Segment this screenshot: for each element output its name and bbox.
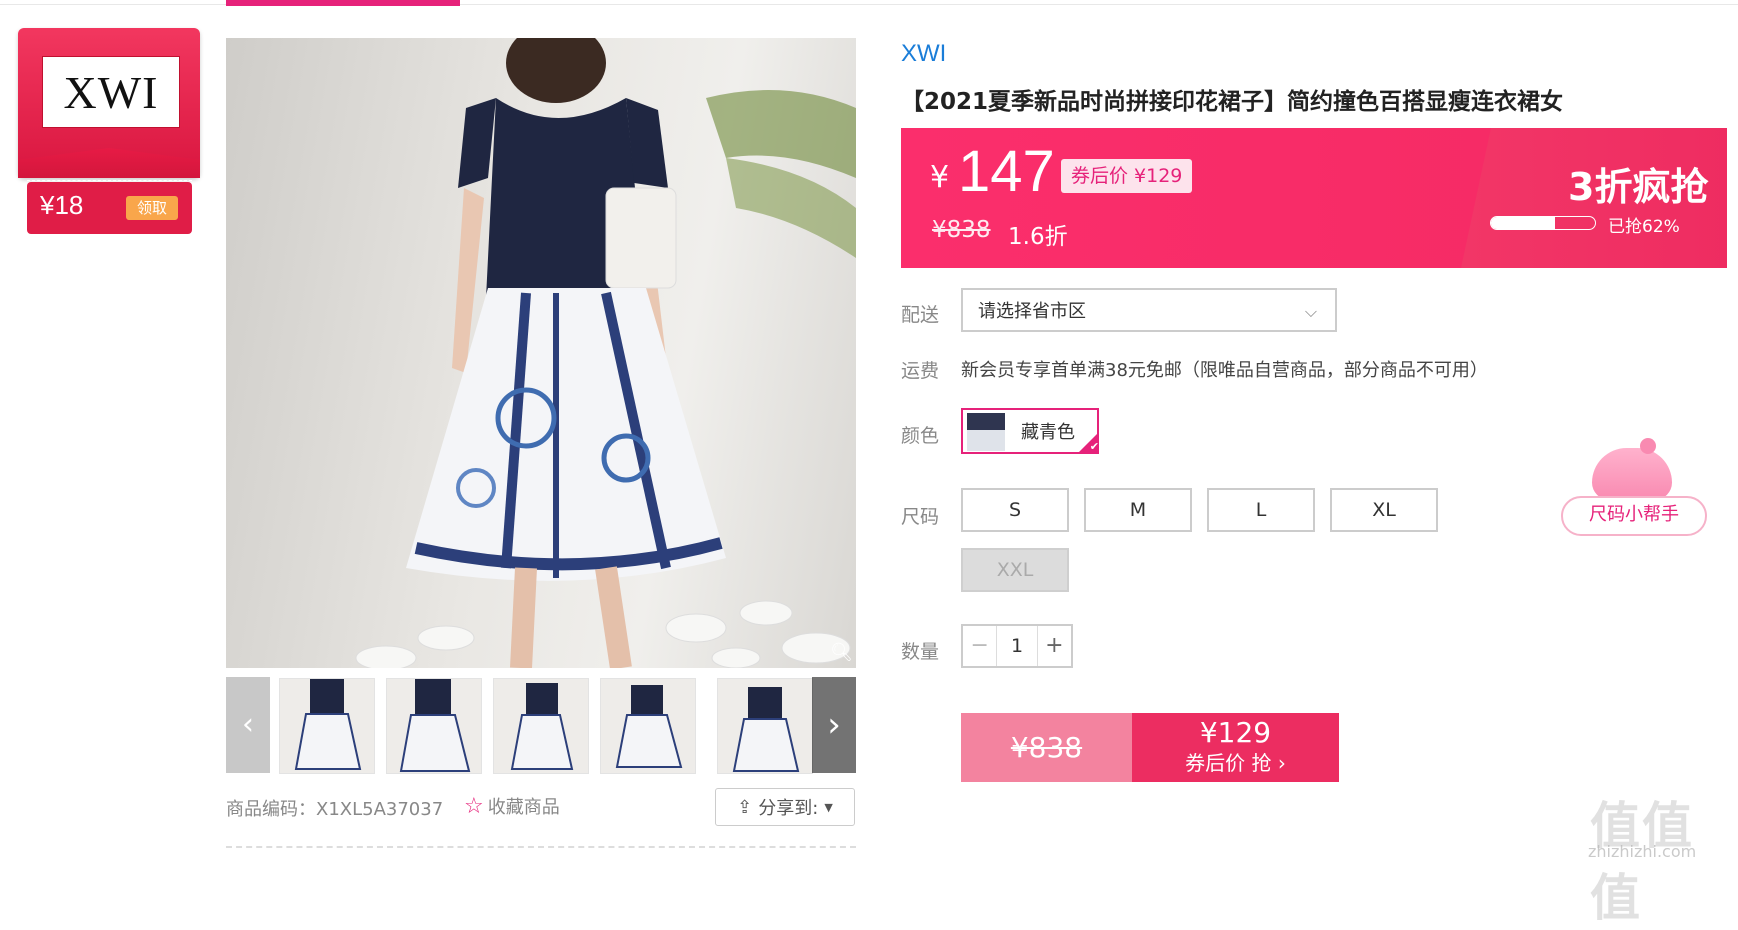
favorite-button[interactable]: ☆ 收藏商品 — [464, 793, 560, 819]
discount-rate: 1.6折 — [1008, 224, 1068, 250]
size-option-l[interactable]: L — [1207, 488, 1315, 532]
star-icon: ☆ — [464, 794, 484, 819]
coupon-amount: ¥18 — [40, 190, 84, 220]
active-tab-indicator — [226, 0, 460, 6]
promo-title: 3折疯抢 — [1568, 165, 1709, 209]
share-label: 分享到: — [758, 798, 819, 819]
chevron-down-icon: ▼ — [824, 800, 833, 814]
color-option-label: 藏青色 — [1021, 422, 1075, 443]
size-option-xl[interactable]: XL — [1330, 488, 1438, 532]
size-option-xxl[interactable]: XXL — [961, 548, 1069, 592]
region-select[interactable]: 请选择省市区 ⌵ — [961, 288, 1337, 332]
thumbnail-3[interactable] — [493, 678, 589, 774]
thumbnail-prev-button[interactable]: ‹ — [226, 677, 270, 773]
thumbnail-4[interactable] — [600, 678, 696, 774]
sold-progress-bar — [1490, 216, 1596, 230]
shipping-text: 新会员专享首单满38元免邮（限唯品自营商品，部分商品不可用） — [961, 360, 1488, 381]
original-price: ¥838 — [932, 217, 991, 243]
buy-label: 券后价 抢 › — [1185, 751, 1286, 775]
coupon-divider — [27, 180, 192, 181]
quantity-input[interactable]: 1 — [997, 626, 1036, 666]
share-icon: ⇪ — [737, 796, 753, 818]
product-title: 【2021夏季新品时尚拼接印花裙子】简约撞色百搭显瘦连衣裙女 — [901, 89, 1564, 115]
thumbnail-next-button[interactable]: › — [812, 677, 856, 773]
dress-photo — [355, 38, 856, 668]
product-main-image[interactable] — [226, 38, 856, 668]
sold-percent-text: 已抢62% — [1608, 217, 1680, 237]
brand-logo: XWI — [42, 56, 180, 128]
sold-progress-fill — [1491, 217, 1556, 229]
share-button[interactable]: ⇪ 分享到: ▼ — [715, 788, 855, 826]
thumbnail-5[interactable] — [717, 678, 813, 774]
brand-link[interactable]: XWI — [901, 40, 946, 68]
after-coupon-price: 券后价 ¥129 — [1061, 159, 1193, 193]
buy-original-price[interactable]: ¥838 — [961, 713, 1132, 782]
size-option-s[interactable]: S — [961, 488, 1069, 532]
size-option-m[interactable]: M — [1084, 488, 1192, 532]
chevron-down-icon: ⌵ — [1304, 302, 1317, 321]
quantity-increase-button[interactable]: + — [1036, 626, 1071, 666]
quantity-label: 数量 — [901, 641, 940, 663]
section-divider — [226, 846, 856, 848]
thumbnail-1[interactable] — [279, 678, 375, 774]
size-label: 尺码 — [901, 506, 940, 528]
watermark-url: zhizhizhi.com — [1588, 842, 1697, 861]
buy-price: ¥129 — [1199, 716, 1272, 749]
quantity-stepper: − 1 + — [961, 624, 1073, 668]
shipping-label: 运费 — [901, 360, 940, 382]
delivery-label: 配送 — [901, 304, 940, 326]
size-helper-mascot — [1592, 438, 1672, 500]
size-helper-button[interactable]: 尺码小帮手 — [1561, 496, 1707, 536]
buy-now-button[interactable]: ¥129 券后价 抢 › — [1132, 713, 1339, 782]
favorite-label: 收藏商品 — [487, 797, 560, 818]
color-label: 颜色 — [901, 425, 940, 447]
check-icon: ✔ — [1077, 432, 1099, 454]
region-select-value: 请选择省市区 — [978, 301, 1086, 322]
thumbnail-2[interactable] — [386, 678, 482, 774]
claim-coupon-button[interactable]: 领取 — [126, 196, 178, 220]
product-sku: 商品编码：X1XL5A37037 — [226, 799, 444, 820]
currency-symbol: ¥ — [930, 160, 950, 195]
color-swatch — [967, 413, 1005, 451]
color-option-navy[interactable]: 藏青色 ✔ — [961, 408, 1099, 454]
zoom-icon[interactable]: 🔍︎ — [830, 642, 853, 664]
current-price: 147 — [958, 139, 1055, 204]
quantity-decrease-button[interactable]: − — [963, 626, 998, 666]
